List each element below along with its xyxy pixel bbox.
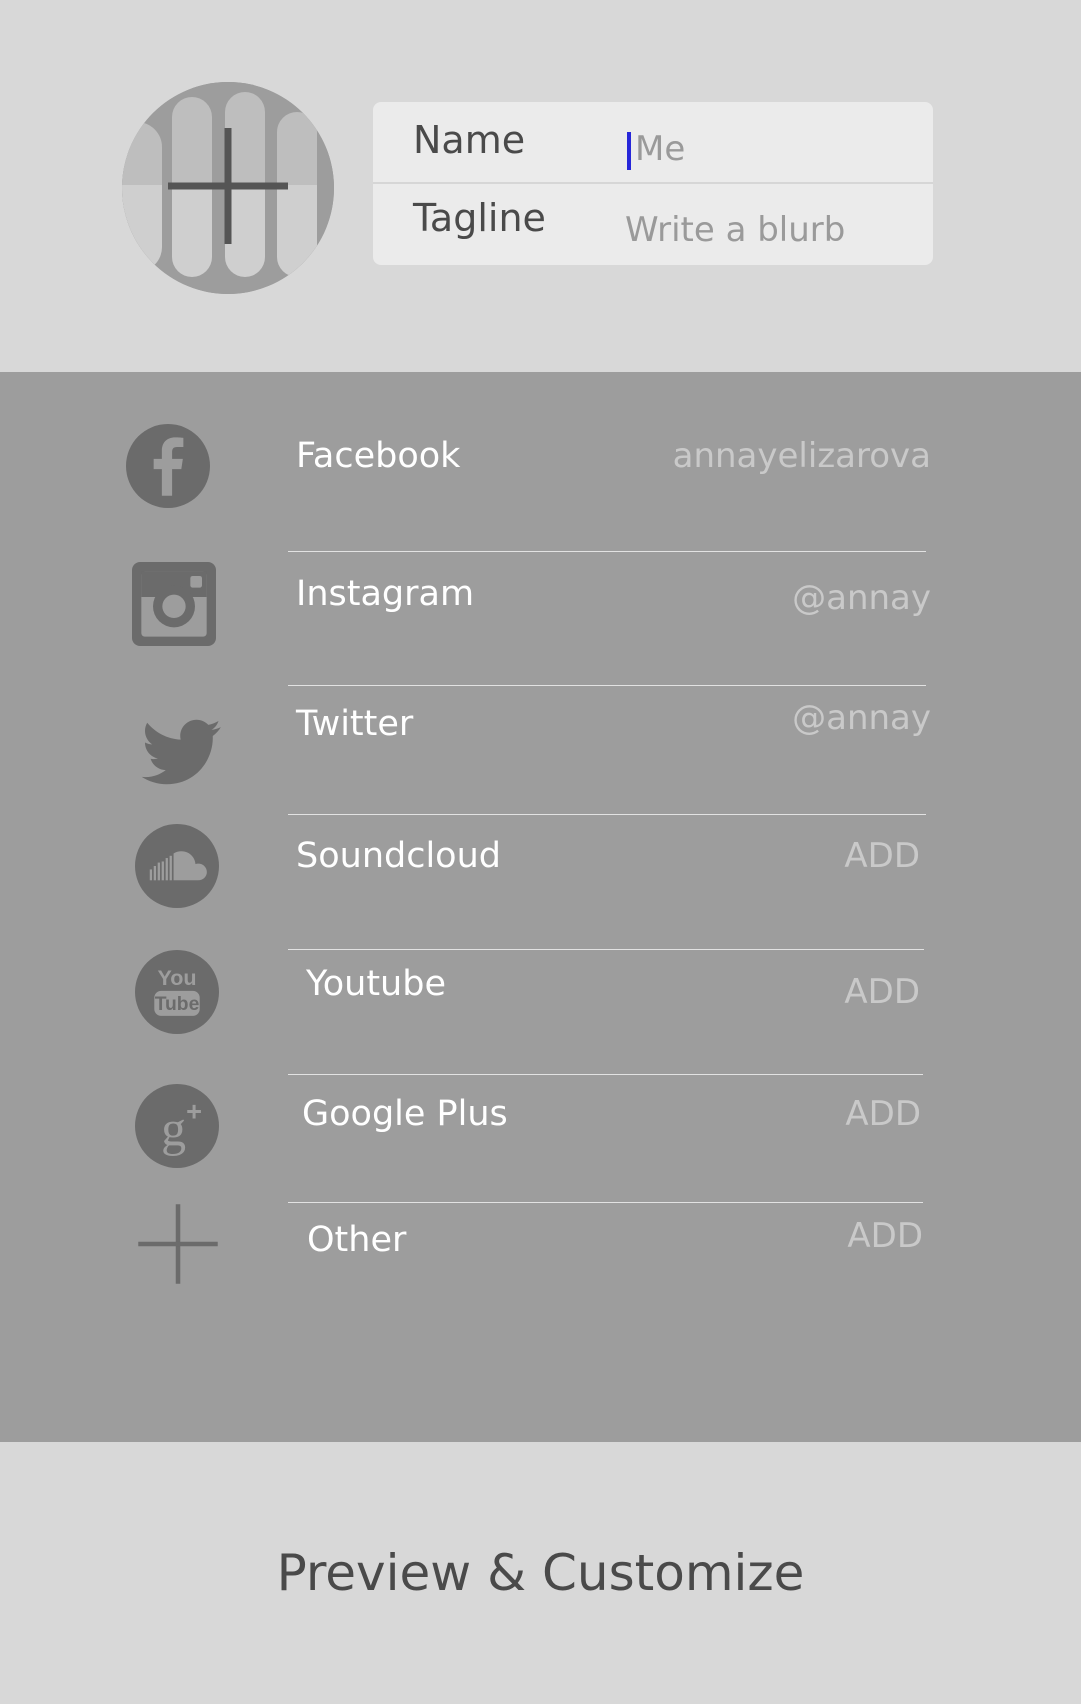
plus-icon: [138, 1204, 218, 1284]
social-row-google-plus[interactable]: g + Google Plus ADD: [0, 1072, 1081, 1202]
soundcloud-icon: [135, 824, 219, 908]
social-label: Google Plus: [302, 1094, 508, 1134]
name-label: Name: [413, 118, 526, 162]
social-label: Instagram: [296, 574, 475, 614]
add-button[interactable]: ADD: [845, 1094, 921, 1134]
svg-text:Tube: Tube: [155, 994, 200, 1015]
name-input[interactable]: [635, 124, 925, 174]
add-photo-icon: [122, 82, 334, 294]
google-plus-icon: g +: [135, 1084, 219, 1168]
social-label: Other: [307, 1220, 407, 1260]
profile-header: Name Tagline: [0, 0, 1081, 372]
facebook-icon: [126, 424, 210, 508]
add-button[interactable]: ADD: [844, 836, 920, 876]
social-label[interactable]: Soundcloud: [296, 836, 501, 876]
tagline-label: Tagline: [413, 196, 546, 240]
social-row-twitter[interactable]: Twitter @annay: [0, 684, 1081, 814]
social-label: Youtube: [306, 964, 446, 1004]
twitter-icon: [141, 719, 221, 785]
social-row-soundcloud[interactable]: Soundcloud ADD: [0, 814, 1081, 944]
text-caret: [627, 132, 631, 170]
svg-text:You: You: [157, 965, 196, 990]
preview-customize-button[interactable]: Preview & Customize: [0, 1442, 1081, 1704]
profile-card: Name Tagline: [373, 102, 933, 265]
social-row-facebook[interactable]: Facebook annayelizarova: [0, 414, 1081, 544]
tagline-row: Tagline: [373, 184, 933, 265]
social-label: Facebook: [296, 436, 461, 476]
svg-text:g: g: [161, 1100, 186, 1156]
footer: Preview & Customize: [0, 1442, 1081, 1704]
youtube-icon: You Tube: [135, 950, 219, 1034]
add-button[interactable]: ADD: [847, 1216, 923, 1256]
add-button[interactable]: ADD: [844, 972, 920, 1012]
svg-text:+: +: [186, 1095, 202, 1126]
add-photo-avatar[interactable]: [122, 82, 334, 294]
social-value: annayelizarova: [672, 436, 931, 476]
social-value: @annay: [792, 578, 931, 618]
instagram-icon: [132, 562, 216, 646]
social-row-other[interactable]: Other ADD: [0, 1200, 1081, 1330]
tagline-input[interactable]: [625, 205, 915, 255]
preview-customize-label: Preview & Customize: [276, 1544, 805, 1602]
social-value: @annay: [792, 698, 931, 738]
social-accounts-list: Facebook annayelizarova Instagram @annay…: [0, 372, 1081, 1442]
social-label: Twitter: [296, 704, 414, 744]
social-row-youtube[interactable]: You Tube Youtube ADD: [0, 944, 1081, 1074]
social-row-instagram[interactable]: Instagram @annay: [0, 550, 1081, 680]
name-row: Name: [373, 102, 933, 184]
